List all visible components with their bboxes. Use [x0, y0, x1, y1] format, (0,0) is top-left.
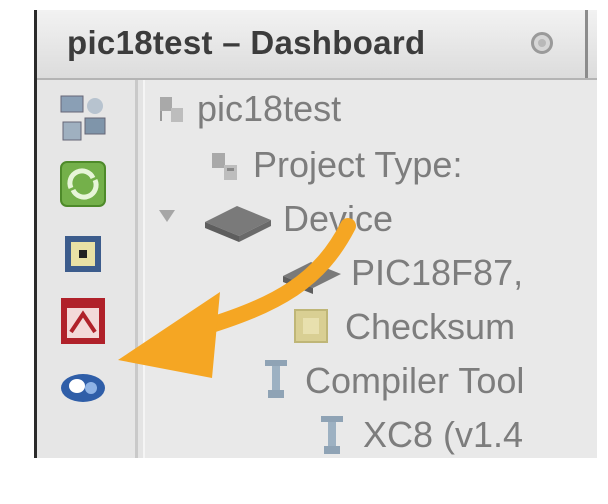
annotation-arrow — [118, 218, 356, 378]
